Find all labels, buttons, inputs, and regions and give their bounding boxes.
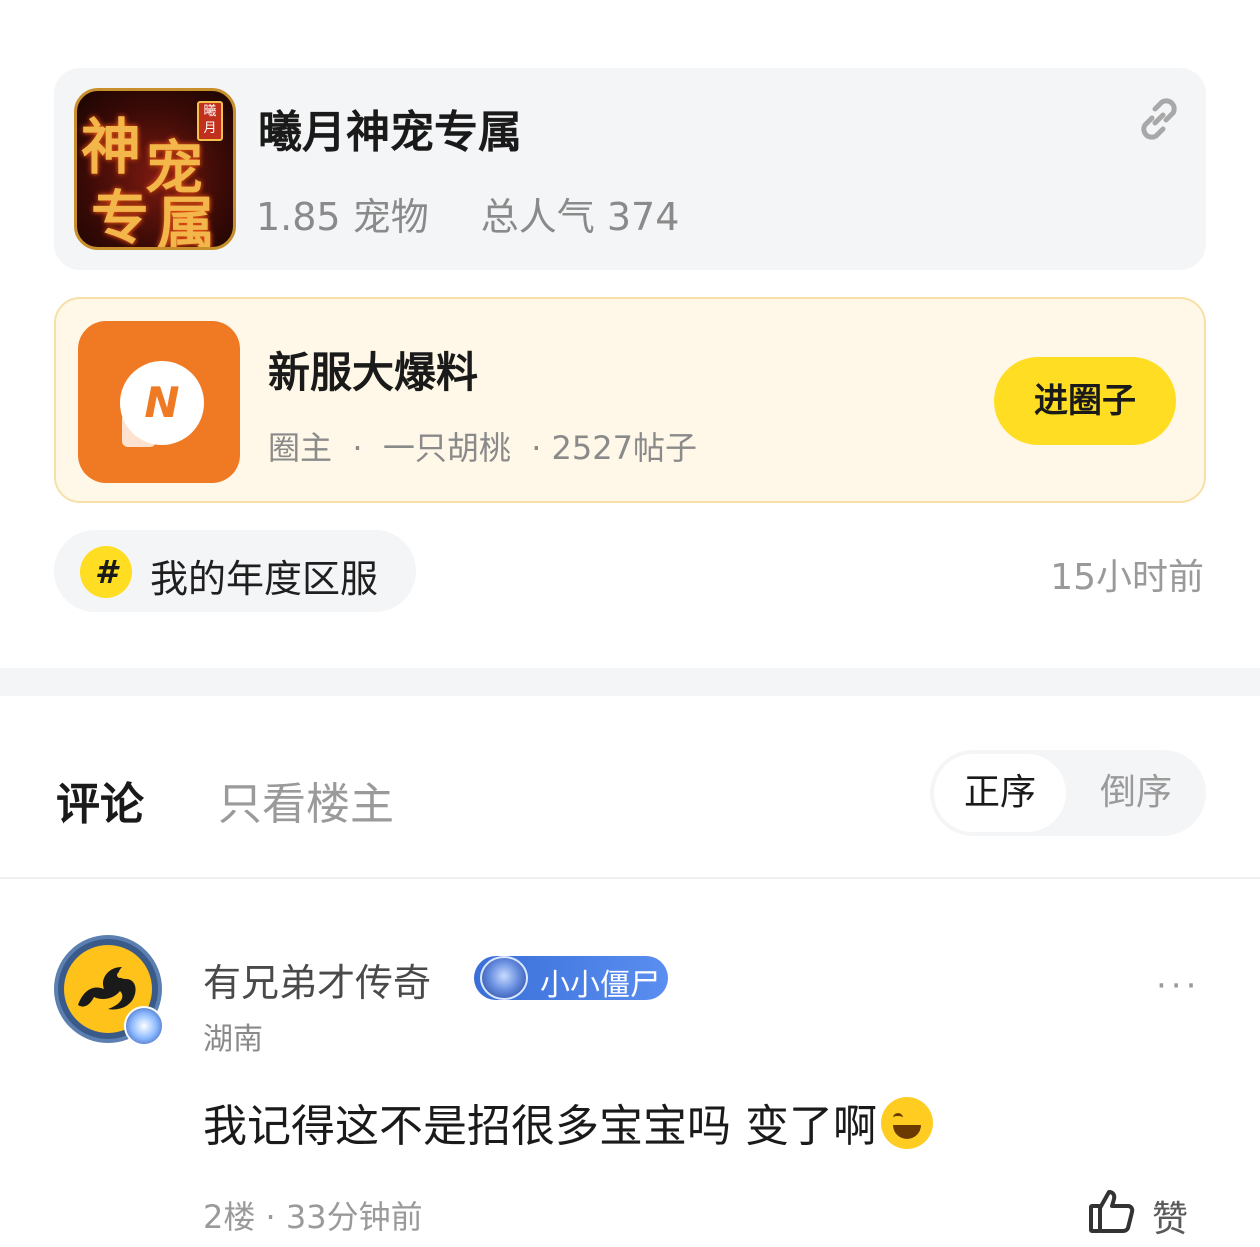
join-circle-button[interactable]: 进圈子: [994, 357, 1176, 445]
tab-op-only[interactable]: 只看楼主: [218, 768, 394, 832]
like-label[interactable]: 赞: [1152, 1190, 1188, 1242]
thumbs-up-icon[interactable]: [1088, 1188, 1136, 1234]
game-meta: 1.85 宠物 总人气 374: [256, 186, 679, 241]
comment-username[interactable]: 有兄弟才传奇: [203, 952, 431, 1007]
topic-chip[interactable]: # 我的年度区服: [54, 530, 416, 612]
sort-toggle: 正序 倒序: [930, 750, 1206, 836]
sort-descending-button[interactable]: 倒序: [1070, 754, 1202, 832]
circle-title: 新服大爆料: [268, 348, 479, 397]
logo-badge: 曦月: [197, 101, 223, 141]
more-options-icon[interactable]: ···: [1156, 966, 1200, 1006]
verified-badge-icon: [124, 1006, 164, 1046]
comment-text: 我记得这不是招很多宝宝吗 变了啊: [203, 1101, 877, 1152]
hash-icon: #: [80, 546, 132, 598]
link-icon[interactable]: [1132, 92, 1186, 146]
comment-location: 湖南: [203, 1022, 263, 1057]
level-label: 小小僵尸: [540, 968, 660, 1003]
tab-comments[interactable]: 评论: [56, 768, 144, 832]
circle-logo: N: [78, 321, 240, 483]
game-card[interactable]: 神 宠 专 属 曦月 曦月神宠专属 1.85 宠物 总人气 374: [54, 68, 1206, 270]
divider: [0, 877, 1260, 879]
comment-meta: 2楼 · 33分钟前: [203, 1198, 423, 1236]
game-logo: 神 宠 专 属 曦月: [74, 88, 236, 250]
game-popularity: 总人气 374: [480, 195, 680, 239]
section-divider: [0, 668, 1260, 696]
game-title: 曦月神宠专属: [258, 107, 522, 158]
level-icon: [480, 956, 528, 1000]
logo-char-4: 属: [157, 190, 216, 250]
sort-ascending-button[interactable]: 正序: [934, 754, 1066, 832]
circle-card[interactable]: N 新服大爆料 圈主 · 一只胡桃 · 2527帖子 进圈子: [54, 297, 1206, 503]
post-time: 15小时前: [1050, 557, 1204, 598]
laughing-tears-emoji-icon: [881, 1097, 933, 1149]
circle-meta: 圈主 · 一只胡桃 · 2527帖子: [268, 429, 697, 467]
game-version: 1.85 宠物: [256, 195, 429, 239]
comment-body: 我记得这不是招很多宝宝吗 变了啊: [203, 1090, 933, 1154]
logo-letter: N: [144, 378, 180, 427]
logo-char-3: 专: [91, 184, 150, 250]
level-badge: 小小僵尸: [474, 956, 668, 1003]
topic-label: 我的年度区服: [150, 557, 379, 601]
